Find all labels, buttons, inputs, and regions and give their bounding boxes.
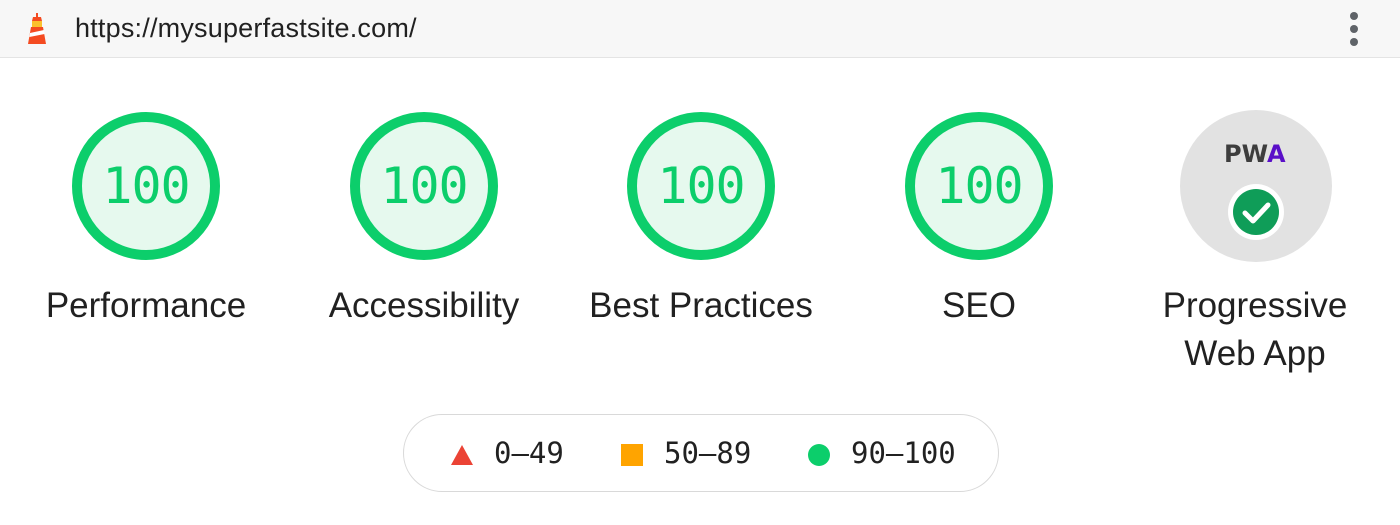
pwa-label-line2: Web App bbox=[1184, 334, 1326, 373]
performance-gauge[interactable]: 100 bbox=[70, 110, 222, 262]
more-vert-icon[interactable] bbox=[1340, 12, 1368, 46]
browser-toolbar: https://mysuperfastsite.com/ bbox=[0, 0, 1400, 58]
circle-icon bbox=[808, 444, 830, 466]
best-practices-gauge[interactable]: 100 bbox=[625, 110, 777, 262]
legend-range-average: 50–89 bbox=[664, 436, 752, 470]
pwa-logo-icon: PWA bbox=[1224, 140, 1286, 166]
performance-score: 100 bbox=[102, 157, 190, 215]
legend-range-fail: 0–49 bbox=[494, 436, 564, 470]
pwa-badge[interactable]: PWA bbox=[1180, 110, 1332, 262]
check-icon bbox=[1228, 184, 1284, 240]
lighthouse-icon bbox=[28, 13, 46, 44]
accessibility-label: Accessibility bbox=[328, 286, 520, 325]
performance-label: Performance bbox=[45, 286, 247, 325]
triangle-icon bbox=[451, 445, 473, 465]
pwa-logo-text: PWA bbox=[1224, 140, 1286, 166]
best-practices-label: Best Practices bbox=[589, 286, 813, 325]
best-practices-score: 100 bbox=[657, 157, 745, 215]
square-icon bbox=[621, 444, 643, 466]
pwa-label-line1: Progressive bbox=[1162, 286, 1348, 325]
seo-score: 100 bbox=[935, 157, 1023, 215]
score-scale-legend: 0–49 50–89 90–100 bbox=[403, 414, 999, 492]
pwa-label: Progressive Web App bbox=[1105, 282, 1400, 378]
seo-gauge[interactable]: 100 bbox=[903, 110, 1055, 262]
seo-label: SEO bbox=[942, 286, 1016, 325]
accessibility-score: 100 bbox=[380, 157, 468, 215]
address-bar-url[interactable]: https://mysuperfastsite.com/ bbox=[75, 11, 417, 45]
accessibility-gauge[interactable]: 100 bbox=[348, 110, 500, 262]
legend-range-pass: 90–100 bbox=[851, 436, 956, 470]
